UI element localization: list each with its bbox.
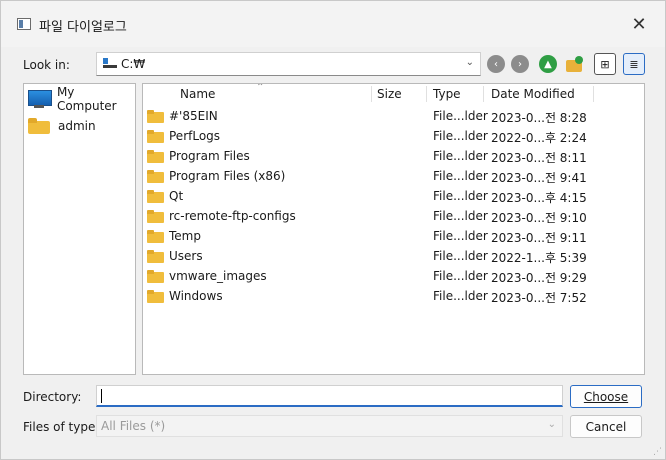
choose-button[interactable]: Choose bbox=[570, 385, 642, 408]
table-row[interactable]: Users File...lder 2022-1...후 5:39 bbox=[143, 246, 643, 266]
file-name: PerfLogs bbox=[169, 129, 221, 143]
resize-grip-icon[interactable]: ⋰ bbox=[653, 447, 662, 457]
folder-icon bbox=[147, 130, 164, 143]
drive-icon bbox=[103, 58, 117, 68]
file-date: 2023-0...전 8:11 bbox=[491, 151, 587, 165]
file-type: File...lder bbox=[433, 269, 488, 283]
chevron-down-icon[interactable]: ⌄ bbox=[466, 57, 474, 68]
directory-label: Directory: bbox=[23, 390, 82, 404]
sidebar-item-my-computer[interactable]: My Computer bbox=[28, 85, 134, 113]
computer-icon bbox=[28, 90, 52, 108]
file-date: 2023-0...전 7:52 bbox=[491, 291, 587, 305]
look-in-combo[interactable]: C:₩ ⌄ bbox=[96, 52, 481, 76]
file-date: 2023-0...전 9:10 bbox=[491, 211, 587, 225]
folder-icon bbox=[147, 170, 164, 183]
file-list-header: ⌃ Name Size Type Date Modified bbox=[143, 84, 595, 104]
close-button[interactable]: ✕ bbox=[621, 9, 657, 39]
folder-icon bbox=[147, 150, 164, 163]
column-header-name[interactable]: Name bbox=[180, 87, 215, 101]
file-name: #'85EIN bbox=[169, 109, 218, 123]
sidebar-item-label: My Computer bbox=[56, 85, 117, 113]
chevron-down-icon[interactable]: ⌄ bbox=[548, 419, 556, 430]
folder-icon bbox=[28, 118, 50, 134]
file-name: Users bbox=[169, 249, 203, 263]
file-date: 2022-0...후 2:24 bbox=[491, 131, 587, 145]
file-dialog: 파일 다이얼로그 ✕ Look in: C:₩ ⌄ ‹ › ▲ ⊞ ≣ My C… bbox=[0, 0, 666, 460]
file-date: 2023-0...전 9:41 bbox=[491, 171, 587, 185]
window-icon bbox=[17, 18, 31, 30]
file-date: 2023-0...전 9:11 bbox=[491, 231, 587, 245]
folder-icon bbox=[147, 190, 164, 203]
parent-directory-button[interactable]: ▲ bbox=[539, 55, 557, 73]
column-divider[interactable] bbox=[593, 86, 594, 102]
column-divider[interactable] bbox=[426, 86, 427, 102]
table-row[interactable]: vmware_images File...lder 2023-0...전 9:2… bbox=[143, 266, 643, 286]
directory-input[interactable] bbox=[96, 385, 563, 407]
cancel-button[interactable]: Cancel bbox=[570, 415, 642, 438]
folder-icon bbox=[147, 110, 164, 123]
window-title: 파일 다이얼로그 bbox=[39, 20, 127, 35]
file-type: File...lder bbox=[433, 189, 488, 203]
files-of-type-value: All Files (*) bbox=[101, 419, 166, 433]
file-name: Temp bbox=[169, 229, 201, 243]
folder-icon bbox=[147, 250, 164, 263]
files-of-type-combo[interactable]: All Files (*) ⌄ bbox=[96, 415, 563, 437]
file-date: 2022-1...후 5:39 bbox=[491, 251, 587, 265]
forward-button[interactable]: › bbox=[511, 55, 529, 73]
detail-view-button[interactable]: ≣ bbox=[623, 53, 645, 75]
file-name: vmware_images bbox=[169, 269, 267, 283]
file-name: Qt bbox=[169, 189, 184, 203]
table-row[interactable]: Windows File...lder 2023-0...전 7:52 bbox=[143, 286, 643, 306]
file-date: 2023-0...전 9:29 bbox=[491, 271, 587, 285]
file-type: File...lder bbox=[433, 289, 488, 303]
file-type: File...lder bbox=[433, 129, 488, 143]
file-type: File...lder bbox=[433, 209, 488, 223]
new-folder-icon[interactable] bbox=[566, 56, 584, 72]
look-in-value: C:₩ bbox=[121, 57, 146, 71]
file-type: File...lder bbox=[433, 229, 488, 243]
sidebar-item-label: admin bbox=[58, 119, 96, 133]
table-row[interactable]: Program Files File...lder 2023-0...전 8:1… bbox=[143, 146, 643, 166]
table-row[interactable]: Program Files (x86) File...lder 2023-0..… bbox=[143, 166, 643, 186]
file-list: ⌃ Name Size Type Date Modified #'85EIN F… bbox=[142, 83, 645, 375]
folder-icon bbox=[147, 230, 164, 243]
folder-icon bbox=[147, 290, 164, 303]
file-type: File...lder bbox=[433, 109, 488, 123]
file-type: File...lder bbox=[433, 169, 488, 183]
column-header-date-modified[interactable]: Date Modified bbox=[491, 87, 575, 101]
file-type: File...lder bbox=[433, 249, 488, 263]
file-type: File...lder bbox=[433, 149, 488, 163]
sidebar-item-admin[interactable]: admin bbox=[28, 115, 134, 137]
column-header-type[interactable]: Type bbox=[433, 87, 461, 101]
table-row[interactable]: rc-remote-ftp-configs File...lder 2023-0… bbox=[143, 206, 643, 226]
file-date: 2023-0...후 4:15 bbox=[491, 191, 587, 205]
file-name: Program Files bbox=[169, 149, 250, 163]
column-header-size[interactable]: Size bbox=[377, 87, 402, 101]
file-date: 2023-0...전 8:28 bbox=[491, 111, 587, 125]
column-divider[interactable] bbox=[371, 86, 372, 102]
column-divider[interactable] bbox=[483, 86, 484, 102]
table-row[interactable]: #'85EIN File...lder 2023-0...전 8:28 bbox=[143, 106, 643, 126]
folder-icon bbox=[147, 210, 164, 223]
file-name: Program Files (x86) bbox=[169, 169, 286, 183]
back-button[interactable]: ‹ bbox=[487, 55, 505, 73]
sort-ascending-icon: ⌃ bbox=[256, 83, 265, 93]
file-name: rc-remote-ftp-configs bbox=[169, 209, 296, 223]
table-row[interactable]: PerfLogs File...lder 2022-0...후 2:24 bbox=[143, 126, 643, 146]
table-row[interactable]: Qt File...lder 2023-0...후 4:15 bbox=[143, 186, 643, 206]
text-caret bbox=[101, 389, 102, 403]
table-row[interactable]: Temp File...lder 2023-0...전 9:11 bbox=[143, 226, 643, 246]
look-in-label: Look in: bbox=[23, 58, 70, 72]
title-bar: 파일 다이얼로그 ✕ bbox=[1, 1, 665, 47]
list-view-button[interactable]: ⊞ bbox=[594, 53, 616, 75]
folder-icon bbox=[147, 270, 164, 283]
file-name: Windows bbox=[169, 289, 223, 303]
files-of-type-label: Files of type: bbox=[23, 420, 100, 434]
sidebar: My Computer admin bbox=[23, 83, 136, 375]
